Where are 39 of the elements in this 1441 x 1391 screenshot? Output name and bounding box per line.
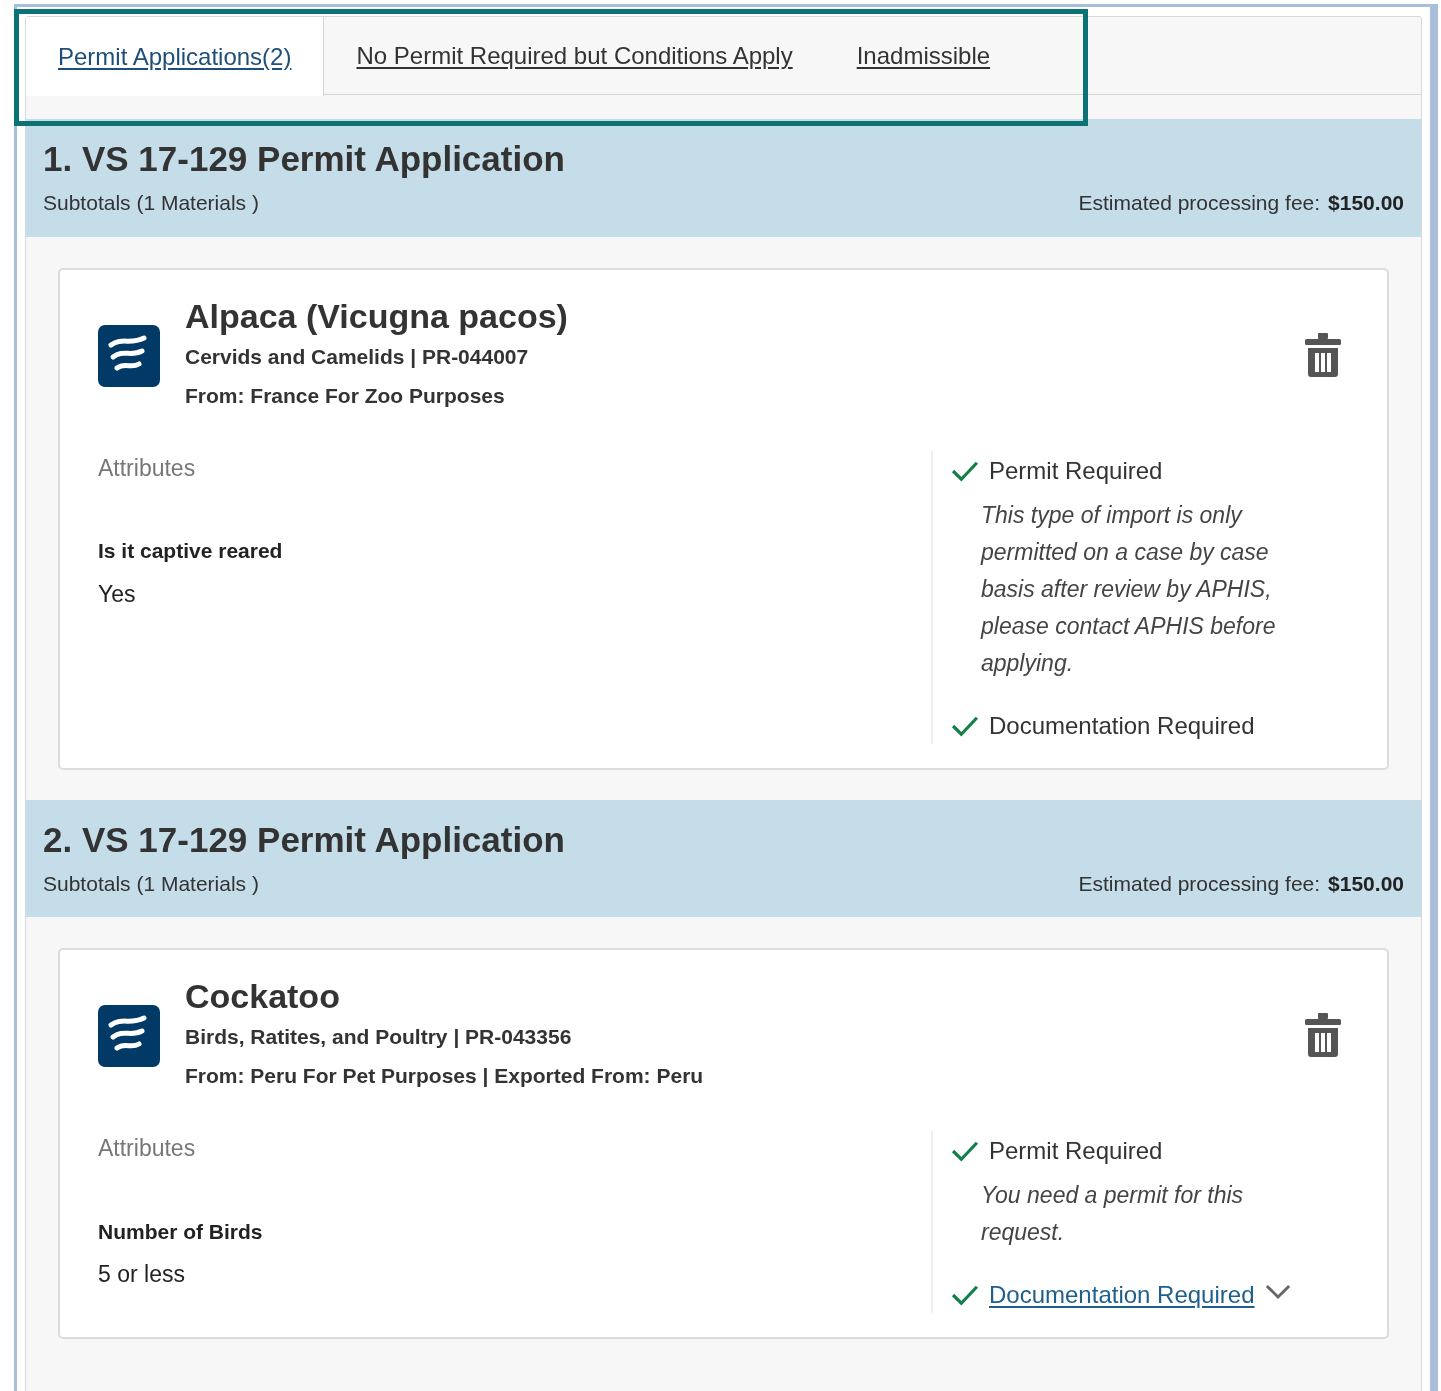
material-category: Birds, Ratites, and Poultry | PR-043356: [185, 1024, 573, 1050]
delete-button[interactable]: [1303, 331, 1343, 378]
tab[interactable]: Inadmissible: [824, 17, 1023, 95]
check-icon: [951, 714, 979, 737]
tab[interactable]: No Permit Required but Conditions Apply: [324, 17, 825, 95]
check-icon: [951, 1284, 979, 1306]
category-icon: [98, 1005, 160, 1067]
attribute-name: Number of Birds: [98, 1218, 264, 1245]
fee-amount: $150.00: [1328, 870, 1404, 897]
check-icon: [951, 459, 979, 482]
fee-label: Estimated processing fee:: [1078, 870, 1321, 897]
fee-label: Estimated processing fee:: [1078, 190, 1321, 216]
trash-icon: [1304, 331, 1342, 378]
material-name: Cockatoo: [185, 976, 341, 1017]
attributes-label: Attributes: [98, 453, 197, 483]
delete-button[interactable]: [1303, 1012, 1343, 1058]
attributes-label: Attributes: [98, 1134, 197, 1163]
category-icon: [98, 324, 160, 387]
requirement-note: This type of import is only permitted on a case by case basis after review by APHIS, please contact APHIS before applying.: [981, 500, 1277, 678]
material-category: Cervids and Camelids | PR-044007: [185, 343, 530, 370]
section-title: 1. VS 17-129 Permit Application: [43, 138, 566, 180]
attribute-value: Yes: [98, 579, 137, 609]
requirement-label: Permit Required: [989, 1136, 1163, 1166]
requirement-note: You need a permit for this request.: [981, 1181, 1245, 1247]
material-origin: From: Peru For Pet Purposes | Exported From: Peru: [185, 1063, 705, 1089]
attribute-name: Is it captive reared: [98, 538, 284, 564]
material-name: Alpaca (Vicugna pacos): [185, 295, 569, 337]
subtotal-text: Subtotals (1 Materials ): [43, 190, 259, 216]
requirement-label: Documentation Required: [989, 710, 1255, 741]
fee-amount: $150.00: [1328, 190, 1404, 216]
section-title: 2. VS 17-129 Permit Application: [43, 818, 566, 861]
trash-icon: [1304, 1012, 1342, 1058]
attribute-value: 5 or less: [98, 1260, 186, 1289]
requirement-label: Permit Required: [989, 455, 1163, 486]
documentation-link[interactable]: Documentation Required: [989, 1277, 1255, 1313]
material-origin: From: France For Zoo Purposes: [185, 382, 506, 409]
subtotal-text: Subtotals (1 Materials ): [43, 870, 259, 897]
check-icon: [951, 1140, 979, 1162]
tab[interactable]: Permit Applications(2): [26, 17, 325, 96]
